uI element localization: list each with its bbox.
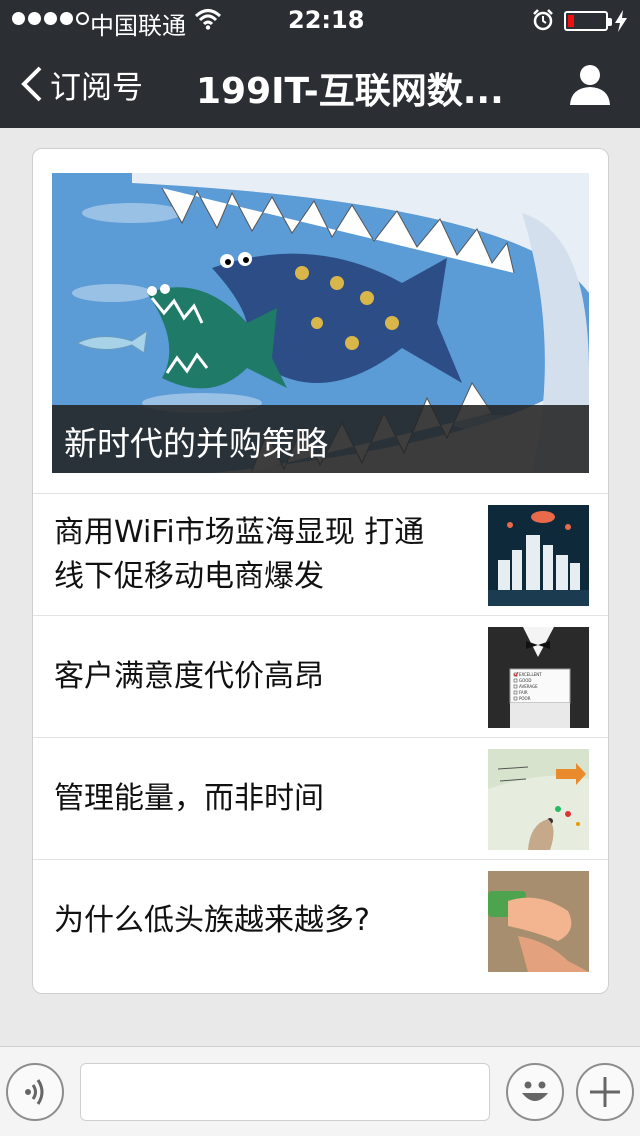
article-card: 新时代的并购策略 商用WiFi市场蓝海显现 打通线下促移动电商爆发 客户满意度代… [32,148,609,994]
emoji-icon [522,1081,548,1101]
hero-article[interactable]: 新时代的并购策略 [52,173,589,473]
voice-icon [25,1079,44,1105]
plus-icon [590,1077,620,1107]
article-thumbnail [488,749,589,850]
navigation-bar: 订阅号 199IT-互联网数... [0,40,640,128]
top-bar: 中国联通 22:18 订阅号 199IT-互联网数... [0,0,640,128]
message-input[interactable] [80,1063,490,1121]
thumb-text-good: GOOD [519,678,531,683]
list-item[interactable]: 客户满意度代价高昂 EXCELLENT GOOD AVERAGE FAIR PO… [33,615,608,737]
wifi-icon [194,9,222,30]
alarm-icon [533,9,553,31]
back-button[interactable]: 订阅号 [18,64,143,106]
carrier-name: 中国联通 [90,12,186,40]
thumb-text-poor: POOR [519,696,531,701]
battery-icon [564,11,612,31]
article-thumbnail [488,871,589,972]
chat-input-bar [0,1046,640,1136]
article-thumbnail: EXCELLENT GOOD AVERAGE FAIR POOR [488,627,589,728]
signal-strength-icon [12,12,89,25]
thumb-text-average: AVERAGE [519,684,538,689]
thumb-text-excellent: EXCELLENT [519,672,542,677]
list-item[interactable]: 管理能量，而非时间 [33,737,608,859]
status-time: 22:18 [288,6,365,34]
article-thumbnail [488,505,589,606]
charging-icon [615,10,627,32]
hero-caption: 新时代的并购策略 [52,405,589,473]
page-title: 199IT-互联网数... [196,71,504,112]
article-title: 商用WiFi市场蓝海显现 打通线下促移动电商爆发 [54,515,425,594]
profile-icon[interactable] [568,62,612,106]
voice-button[interactable] [6,1063,64,1121]
emoji-button[interactable] [506,1063,564,1121]
back-label: 订阅号 [50,69,143,106]
list-item[interactable]: 为什么低头族越来越多? [33,859,608,981]
thumb-text-fair: FAIR [519,690,528,695]
status-bar: 中国联通 22:18 [0,0,640,40]
chevron-left-icon [21,66,42,102]
list-item[interactable]: 商用WiFi市场蓝海显现 打通线下促移动电商爆发 [33,493,608,615]
more-button[interactable] [576,1063,634,1121]
article-title: 管理能量，而非时间 [54,781,324,816]
article-title: 为什么低头族越来越多? [54,903,370,938]
article-title: 客户满意度代价高昂 [54,659,324,694]
